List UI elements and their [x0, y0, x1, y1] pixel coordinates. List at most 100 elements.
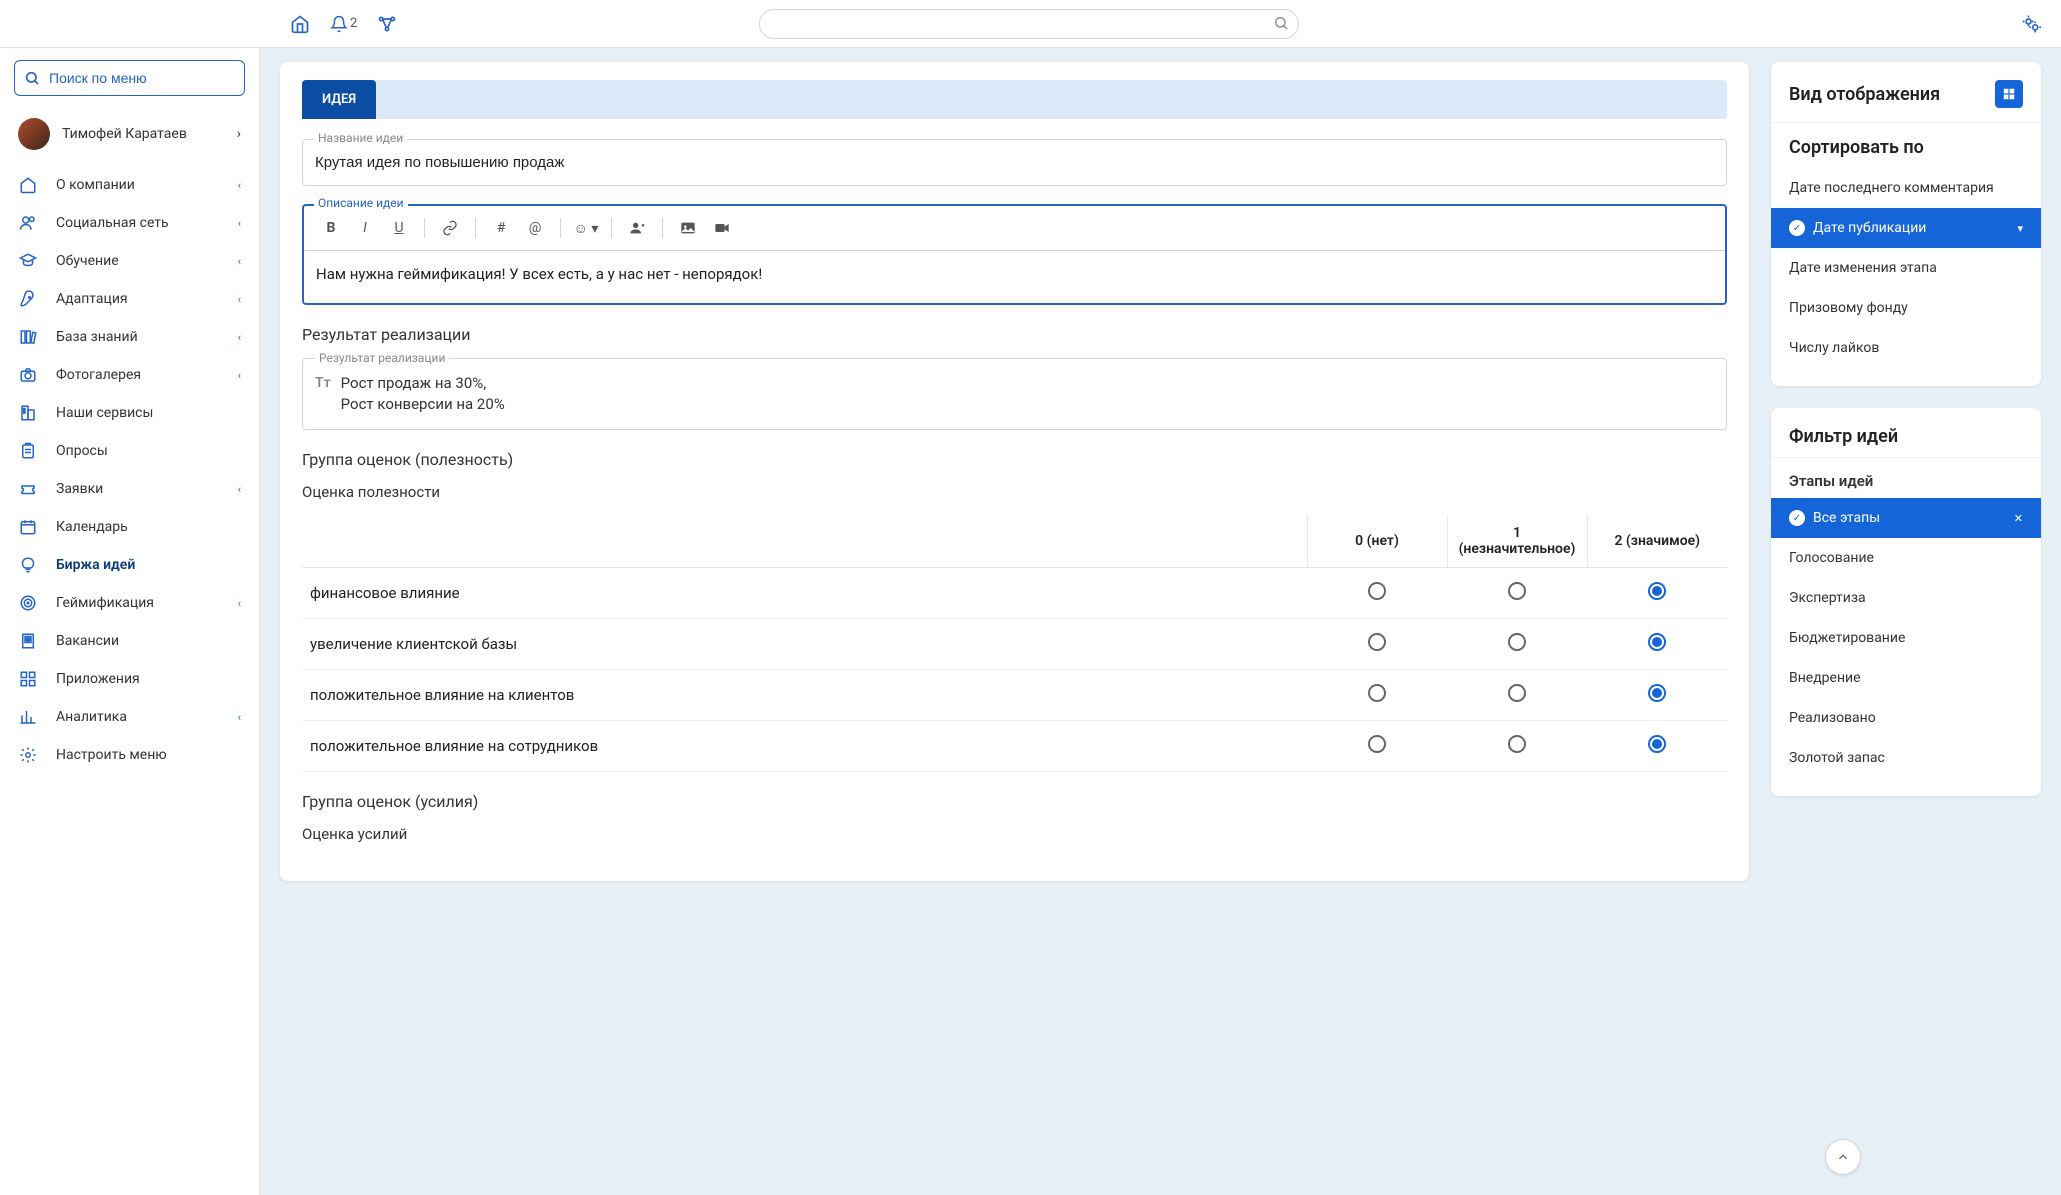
sort-option[interactable]: Числу лайков: [1771, 328, 2041, 368]
gear-icon: [18, 746, 38, 764]
add-user-icon[interactable]: [622, 214, 652, 242]
desc-textarea[interactable]: Нам нужна геймификация! У всех есть, а у…: [304, 251, 1725, 303]
result-line: Рост продаж на 30%,: [341, 373, 505, 394]
radio-option[interactable]: [1508, 735, 1526, 753]
check-icon: ✓: [1789, 220, 1805, 236]
stage-option[interactable]: Золотой запас: [1771, 738, 2041, 778]
table-row: финансовое влияние: [302, 568, 1727, 619]
emoji-icon[interactable]: ☺ ▾: [571, 214, 601, 242]
tab-bar: ИДЕЯ: [302, 80, 1727, 119]
user-profile[interactable]: Тимофей Каратаев ›: [0, 110, 259, 166]
sidebar-item-apps[interactable]: Приложения: [0, 660, 259, 698]
radio-option[interactable]: [1368, 684, 1386, 702]
link-icon[interactable]: [435, 214, 465, 242]
image-icon[interactable]: [673, 214, 703, 242]
notifications-button[interactable]: 2: [330, 15, 357, 33]
radio-option[interactable]: [1368, 735, 1386, 753]
sidebar-item-label: База знаний: [56, 329, 138, 345]
sort-option[interactable]: ✓ Дате публикации ▾: [1771, 208, 2041, 248]
group-usefulness-title: Группа оценок (полезность): [302, 450, 1727, 469]
radio-option[interactable]: [1368, 633, 1386, 651]
sort-option[interactable]: Призовому фонду: [1771, 288, 2041, 328]
row-label: увеличение клиентской базы: [302, 619, 1307, 670]
radio-option[interactable]: [1648, 684, 1666, 702]
display-mode-title: Вид отображения: [1789, 84, 1940, 105]
sidebar-item-books[interactable]: База знаний‹: [0, 318, 259, 356]
radio-option[interactable]: [1508, 582, 1526, 600]
sidebar-item-label: Геймификация: [56, 595, 154, 611]
sidebar-item-building[interactable]: Наши сервисы: [0, 394, 259, 432]
stage-option[interactable]: Внедрение: [1771, 658, 2041, 698]
sidebar-item-grad[interactable]: Обучение‹: [0, 242, 259, 280]
sidebar-item-label: Биржа идей: [56, 557, 135, 573]
chevron-left-icon: ‹: [238, 711, 241, 724]
group-effort-title: Группа оценок (усилия): [302, 792, 1727, 811]
sort-option[interactable]: Дате последнего комментария: [1771, 168, 2041, 208]
settings-gear-icon[interactable]: [2021, 14, 2041, 34]
home-icon[interactable]: [290, 14, 310, 34]
sidebar-item-clipboard[interactable]: Опросы: [0, 432, 259, 470]
result-box[interactable]: Результат реализации Tт Рост продаж на 3…: [302, 358, 1727, 430]
row-label: финансовое влияние: [302, 568, 1307, 619]
chevron-left-icon: ‹: [238, 255, 241, 268]
radio-option[interactable]: [1648, 633, 1666, 651]
sidebar-item-label: Календарь: [56, 519, 128, 535]
sidebar-item-gear[interactable]: Настроить меню: [0, 736, 259, 774]
mention-icon[interactable]: @: [520, 214, 550, 242]
global-search-input[interactable]: [759, 9, 1299, 39]
option-label: Внедрение: [1789, 670, 1861, 686]
chevron-left-icon: ‹: [238, 369, 241, 382]
hash-icon[interactable]: #: [486, 214, 516, 242]
option-label: Бюджетирование: [1789, 630, 1905, 646]
radio-option[interactable]: [1648, 582, 1666, 600]
network-icon[interactable]: [377, 14, 397, 34]
sidebar-item-users[interactable]: Социальная сеть‹: [0, 204, 259, 242]
name-label: Название идеи: [314, 131, 407, 145]
option-label: Дате изменения этапа: [1789, 260, 1937, 276]
sort-option[interactable]: Дате изменения этапа: [1771, 248, 2041, 288]
radio-option[interactable]: [1648, 735, 1666, 753]
chevron-down-icon: ▾: [2017, 222, 2023, 235]
avatar: [18, 118, 50, 150]
scroll-to-top-button[interactable]: [1825, 1139, 1861, 1175]
radio-option[interactable]: [1368, 582, 1386, 600]
sidebar-item-ticket[interactable]: Заявки‹: [0, 470, 259, 508]
close-icon[interactable]: ✕: [2014, 512, 2023, 525]
sidebar-item-target[interactable]: Геймификация‹: [0, 584, 259, 622]
stage-option[interactable]: Реализовано: [1771, 698, 2041, 738]
menu-search-icon: [24, 70, 40, 86]
sidebar-item-calendar[interactable]: Календарь: [0, 508, 259, 546]
menu-search-input[interactable]: [14, 60, 245, 96]
underline-icon[interactable]: U: [384, 214, 414, 242]
rating-effort-title: Оценка усилий: [302, 825, 1727, 843]
rating-usefulness-title: Оценка полезности: [302, 483, 1727, 501]
radio-option[interactable]: [1508, 633, 1526, 651]
sidebar-item-home[interactable]: О компании‹: [0, 166, 259, 204]
stage-option[interactable]: Экспертиза: [1771, 578, 2041, 618]
clipboard-icon: [18, 442, 38, 460]
sidebar-item-chart[interactable]: Аналитика ‹: [0, 698, 259, 736]
stage-option[interactable]: ✓Все этапы✕: [1771, 498, 2041, 538]
bold-icon[interactable]: B: [316, 214, 346, 242]
table-row: положительное влияние на клиентов: [302, 670, 1727, 721]
idea-name-input[interactable]: [302, 139, 1727, 186]
search-icon[interactable]: [1273, 15, 1289, 31]
video-icon[interactable]: [707, 214, 737, 242]
italic-icon[interactable]: I: [350, 214, 380, 242]
stage-option[interactable]: Бюджетирование: [1771, 618, 2041, 658]
sidebar-item-office[interactable]: Вакансии: [0, 622, 259, 660]
tab-idea[interactable]: ИДЕЯ: [302, 80, 376, 119]
check-icon: ✓: [1789, 510, 1805, 526]
option-label: Голосование: [1789, 550, 1874, 566]
grid-view-button[interactable]: [1995, 80, 2023, 108]
sidebar-item-bulb[interactable]: Биржа идей: [0, 546, 259, 584]
col-header: 2 (значимое): [1587, 515, 1727, 568]
chart-icon: [18, 708, 38, 726]
radio-option[interactable]: [1508, 684, 1526, 702]
sidebar-item-rocket[interactable]: Адаптация‹: [0, 280, 259, 318]
option-label: Дате публикации: [1813, 220, 1926, 236]
sidebar-item-camera[interactable]: Фотогалерея‹: [0, 356, 259, 394]
display-sort-panel: Вид отображения Сортировать по Дате посл…: [1771, 62, 2041, 386]
sidebar-item-label: Аналитика: [56, 709, 127, 725]
stage-option[interactable]: Голосование: [1771, 538, 2041, 578]
